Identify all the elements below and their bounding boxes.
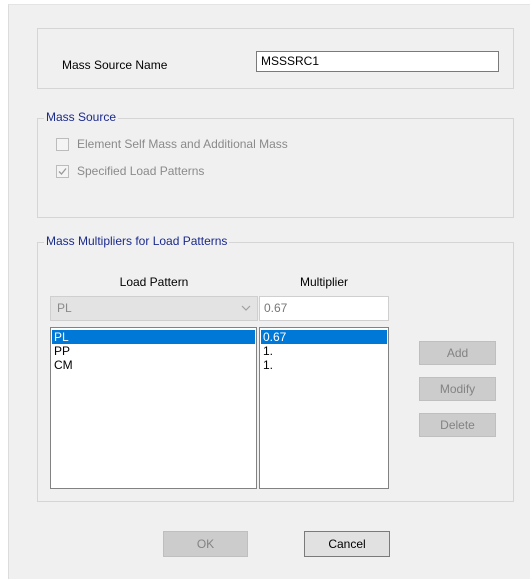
mass-multipliers-group-title: Mass Multipliers for Load Patterns xyxy=(44,234,230,248)
list-item[interactable]: PP xyxy=(52,344,255,358)
delete-button[interactable]: Delete xyxy=(419,413,496,437)
modify-button[interactable]: Modify xyxy=(419,377,496,401)
multiplier-input[interactable]: 0.67 xyxy=(259,296,389,321)
list-item[interactable]: PL xyxy=(52,330,255,344)
element-self-mass-checkbox[interactable] xyxy=(56,137,69,151)
specified-load-patterns-label: Specified Load Patterns xyxy=(77,164,205,178)
mass-source-group: Mass Source Element Self Mass and Additi… xyxy=(37,110,514,218)
multiplier-list[interactable]: 0.67 1. 1. xyxy=(259,327,389,489)
mass-source-name-label: Mass Source Name xyxy=(62,58,168,72)
add-button[interactable]: Add xyxy=(419,341,496,365)
load-pattern-list[interactable]: PL PP CM xyxy=(50,327,257,489)
element-self-mass-option[interactable]: Element Self Mass and Additional Mass xyxy=(56,136,288,152)
specified-load-patterns-checkbox[interactable] xyxy=(56,164,69,178)
cancel-button[interactable]: Cancel xyxy=(304,531,390,557)
name-panel: Mass Source Name MSSSRC1 xyxy=(37,28,514,89)
element-self-mass-label: Element Self Mass and Additional Mass xyxy=(77,137,288,151)
list-item[interactable]: 0.67 xyxy=(261,330,387,344)
load-pattern-column-header: Load Pattern xyxy=(119,275,189,289)
list-item[interactable]: 1. xyxy=(261,344,387,358)
list-item[interactable]: CM xyxy=(52,358,255,372)
load-pattern-select[interactable]: PL xyxy=(50,296,258,321)
list-item[interactable]: 1. xyxy=(261,358,387,372)
specified-load-patterns-option[interactable]: Specified Load Patterns xyxy=(56,163,204,179)
checkmark-icon xyxy=(58,167,67,175)
mass-source-name-input[interactable]: MSSSRC1 xyxy=(256,51,499,72)
multiplier-column-header: Multiplier xyxy=(299,275,348,289)
ok-button[interactable]: OK xyxy=(163,531,248,557)
mass-multipliers-group: Mass Multipliers for Load Patterns Load … xyxy=(37,234,514,502)
mass-source-dialog: Mass Source Name MSSSRC1 Mass Source Ele… xyxy=(8,4,530,579)
load-pattern-select-value: PL xyxy=(57,301,72,315)
chevron-down-icon xyxy=(241,305,251,311)
mass-source-group-title: Mass Source xyxy=(44,110,119,124)
